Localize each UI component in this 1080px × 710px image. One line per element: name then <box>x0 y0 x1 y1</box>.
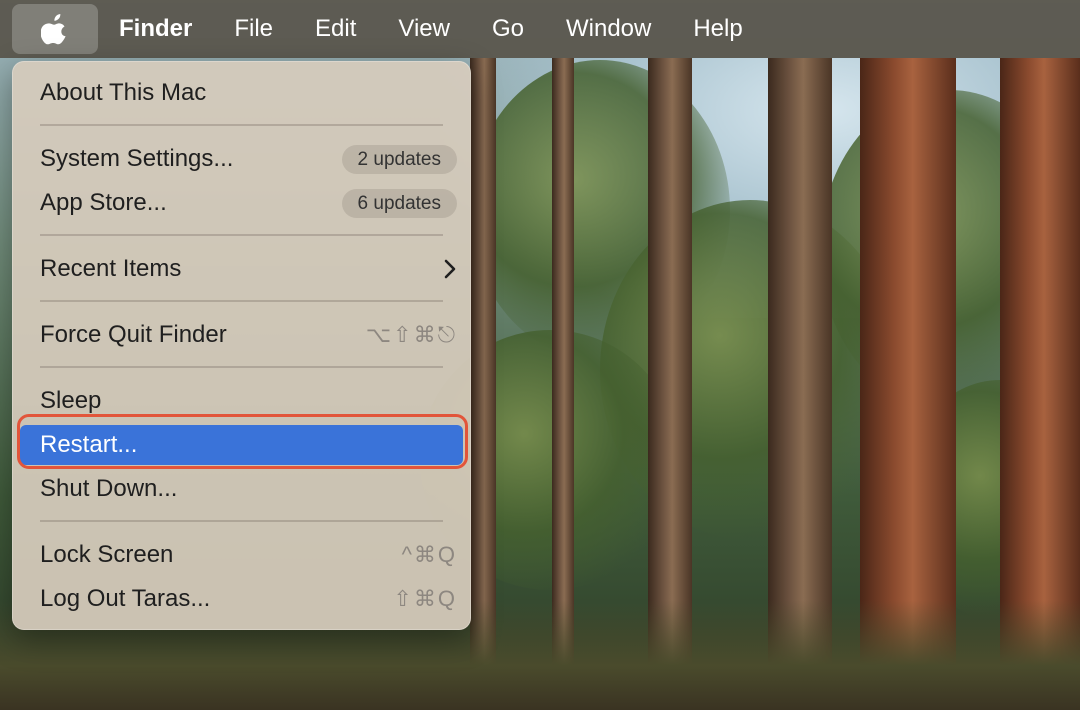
menu-item-recent-items[interactable]: Recent Items <box>20 249 463 289</box>
menu-item-app-store[interactable]: App Store... 6 updates <box>20 183 463 223</box>
menu-item-system-settings[interactable]: System Settings... 2 updates <box>20 139 463 179</box>
chevron-right-icon <box>444 259 456 279</box>
menubar-help[interactable]: Help <box>672 0 763 58</box>
menu-item-log-out[interactable]: Log Out Taras... ⇧⌘Q <box>20 579 463 619</box>
menu-item-label: Recent Items <box>40 255 182 282</box>
menu-separator <box>40 124 443 126</box>
menu-item-label: About This Mac <box>40 79 207 106</box>
keyboard-shortcut: ^⌘Q <box>401 542 457 567</box>
apple-menu: About This Mac System Settings... 2 upda… <box>12 61 471 630</box>
menu-separator <box>40 520 443 522</box>
desktop: Finder File Edit View Go Window Help Abo… <box>0 0 1080 710</box>
menubar-window[interactable]: Window <box>545 0 672 58</box>
keyboard-shortcut: ⌥⇧⌘⎋ <box>365 322 457 347</box>
menubar-view[interactable]: View <box>377 0 471 58</box>
menu-separator <box>40 234 443 236</box>
menu-item-label: Shut Down... <box>40 475 178 502</box>
menubar-edit[interactable]: Edit <box>294 0 377 58</box>
menu-item-label: App Store... <box>40 189 167 216</box>
updates-badge: 2 updates <box>341 145 457 174</box>
menu-bar: Finder File Edit View Go Window Help <box>0 0 1080 58</box>
apple-logo-icon <box>41 14 66 45</box>
menu-item-label: Lock Screen <box>40 541 174 568</box>
menu-item-lock-screen[interactable]: Lock Screen ^⌘Q <box>20 535 463 575</box>
menu-item-label: Log Out Taras... <box>40 585 211 612</box>
apple-menu-button[interactable] <box>12 4 98 54</box>
menu-item-shut-down[interactable]: Shut Down... <box>20 469 463 509</box>
highlight-ring <box>17 414 468 469</box>
keyboard-shortcut: ⇧⌘Q <box>393 586 457 611</box>
menu-item-force-quit[interactable]: Force Quit Finder ⌥⇧⌘⎋ <box>20 315 463 355</box>
menubar-go[interactable]: Go <box>471 0 545 58</box>
menubar-finder[interactable]: Finder <box>98 0 213 58</box>
menu-item-label: System Settings... <box>40 145 234 172</box>
menu-separator <box>40 366 443 368</box>
menubar-file[interactable]: File <box>213 0 294 58</box>
menu-separator <box>40 300 443 302</box>
menu-item-about-this-mac[interactable]: About This Mac <box>20 73 463 113</box>
updates-badge: 6 updates <box>341 189 457 218</box>
menu-item-label: Force Quit Finder <box>40 321 227 348</box>
